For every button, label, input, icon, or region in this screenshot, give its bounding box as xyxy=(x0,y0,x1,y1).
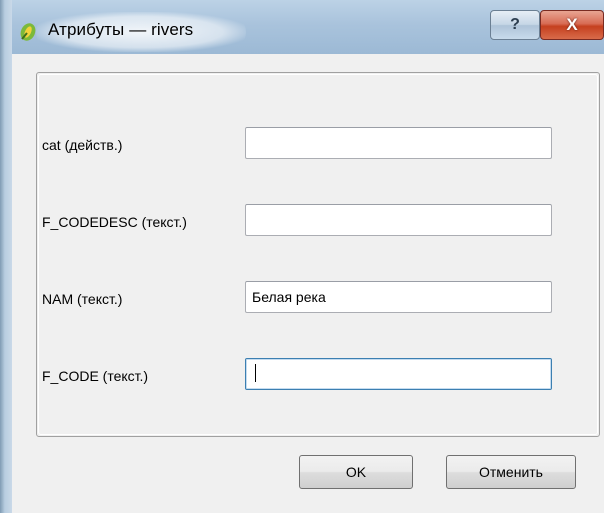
field-input-f-codedesc[interactable] xyxy=(245,204,552,236)
text-caret xyxy=(255,364,256,382)
help-icon: ? xyxy=(510,16,520,33)
cancel-button[interactable]: Отменить xyxy=(446,455,576,489)
field-input-nam[interactable] xyxy=(245,281,552,313)
field-label-f-code: F_CODE (текст.) xyxy=(42,368,149,384)
attributes-dialog: Атрибуты — rivers ? X cat (действ.) F_CO… xyxy=(0,0,604,513)
field-input-cat[interactable] xyxy=(245,127,552,159)
ok-button[interactable]: OK xyxy=(299,455,413,489)
field-label-nam: NAM (текст.) xyxy=(42,291,123,307)
close-icon: X xyxy=(566,15,578,34)
field-label-cat: cat (действ.) xyxy=(42,137,123,153)
ok-button-label: OK xyxy=(345,464,367,480)
cancel-button-label: Отменить xyxy=(479,464,543,480)
field-label-f-codedesc: F_CODEDESC (текст.) xyxy=(42,214,187,230)
field-input-f-code[interactable] xyxy=(245,358,552,390)
window-title: Атрибуты — rivers xyxy=(48,20,194,39)
title-bar[interactable]: Атрибуты — rivers ? X xyxy=(0,0,604,54)
window-left-frame xyxy=(0,0,12,513)
qgis-app-icon xyxy=(20,23,36,41)
close-button[interactable]: X xyxy=(540,10,604,40)
help-button[interactable]: ? xyxy=(490,10,540,40)
